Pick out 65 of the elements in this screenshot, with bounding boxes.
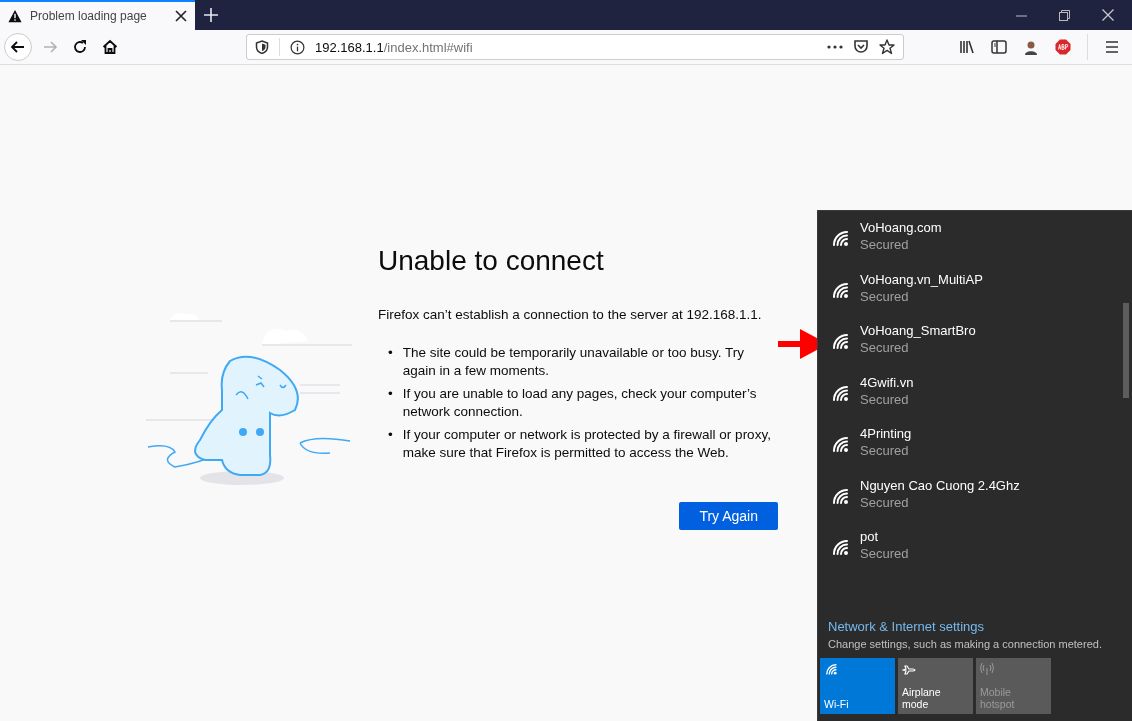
network-status: Secured bbox=[860, 494, 910, 510]
bullet-text: The site could be temporarily unavailable or too busy. Try again in a few moments. bbox=[402, 344, 745, 380]
info-icon[interactable] bbox=[290, 39, 305, 55]
wifi-signal-icon bbox=[830, 434, 850, 454]
wifi-signal-icon bbox=[830, 228, 850, 248]
bullet-text: If you are unable to load any pages, check your computer’s network connection. bbox=[402, 385, 758, 421]
address-bar[interactable]: 192.168.1.1/index.html#wifi bbox=[246, 34, 904, 60]
error-message: Firefox can’t establish a connection to the server at 192.168.1.1. bbox=[378, 307, 763, 322]
network-name: 4Gwifi.vn bbox=[860, 374, 914, 390]
network-name: pot bbox=[860, 529, 880, 544]
airplane-icon bbox=[902, 662, 918, 678]
network-status: Secured bbox=[860, 237, 910, 252]
network-status: Secured bbox=[860, 391, 910, 407]
sidebar-icon[interactable] bbox=[991, 39, 1007, 55]
wifi-signal-icon bbox=[830, 331, 850, 351]
bullet-text: If your computer or network is protected by a firewall or proxy, make sure that Firefox is permitted to access the Web. bbox=[402, 426, 772, 462]
network-item[interactable]: VoHoang.vn_MultiAP Secured bbox=[818, 268, 1120, 320]
network-item[interactable]: Nguyen Cao Cuong 2.4Ghz Secured bbox=[818, 474, 1120, 526]
restore-icon[interactable] bbox=[1059, 9, 1070, 21]
menu-icon[interactable] bbox=[1104, 39, 1120, 55]
browser-tab[interactable]: Problem loading page bbox=[0, 0, 195, 30]
settings-description: Change settings, such as making a connection metered. bbox=[828, 638, 1103, 650]
close-icon[interactable] bbox=[175, 10, 187, 22]
network-item[interactable]: VoHoang.com Secured bbox=[818, 217, 1120, 269]
antenna-icon bbox=[980, 662, 994, 676]
star-icon[interactable] bbox=[879, 39, 895, 55]
bullet-marker: • bbox=[388, 426, 393, 444]
adblock-icon[interactable] bbox=[1055, 39, 1071, 55]
tab-title: Problem loading page bbox=[30, 9, 148, 23]
bullet-marker: • bbox=[388, 385, 393, 403]
try-again-button[interactable]: Try Again bbox=[679, 502, 778, 530]
error-title: Unable to connect bbox=[378, 245, 605, 277]
network-name: VoHoang.vn_MultiAP bbox=[860, 271, 983, 287]
wifi-icon bbox=[824, 662, 838, 676]
back-button[interactable] bbox=[4, 33, 32, 61]
settings-link[interactable]: Network & Internet settings bbox=[828, 619, 1132, 634]
network-item[interactable]: 4Gwifi.vn Secured bbox=[818, 371, 1120, 423]
network-name: 4Printing bbox=[860, 426, 912, 441]
bullet-marker: • bbox=[388, 344, 393, 362]
network-status: Secured bbox=[860, 443, 910, 458]
tile-label: Wi-Fi bbox=[824, 698, 850, 710]
network-status: Secured bbox=[860, 546, 909, 561]
network-status: Secured bbox=[860, 340, 910, 355]
quick-action-tile[interactable]: Airplane mode bbox=[898, 658, 973, 714]
url-text: 192.168.1.1/index.html#wifi bbox=[315, 39, 474, 55]
pocket-icon[interactable] bbox=[853, 39, 869, 55]
avatar-icon[interactable] bbox=[1023, 39, 1039, 55]
wifi-signal-icon bbox=[830, 537, 850, 557]
network-name: VoHoang.com bbox=[860, 220, 942, 235]
library-icon[interactable] bbox=[959, 39, 975, 55]
warning-icon bbox=[8, 9, 22, 23]
network-status: Secured bbox=[860, 288, 910, 304]
back-arrow-icon bbox=[10, 39, 26, 55]
tile-label: Airplane mode bbox=[902, 686, 942, 710]
network-item[interactable]: VoHoang_SmartBro Secured bbox=[818, 320, 1120, 372]
network-item[interactable]: pot Secured bbox=[818, 526, 1120, 578]
quick-action-tile[interactable]: Wi-Fi bbox=[820, 658, 895, 714]
home-icon[interactable] bbox=[102, 39, 118, 55]
new-tab-icon[interactable] bbox=[204, 8, 218, 22]
network-name: Nguyen Cao Cuong 2.4Ghz bbox=[860, 477, 1020, 493]
shield-icon bbox=[255, 40, 269, 54]
tile-label: Mobile hotspot bbox=[980, 686, 1016, 710]
reload-icon[interactable] bbox=[72, 39, 88, 55]
network-name: VoHoang_SmartBro bbox=[860, 323, 976, 338]
network-item[interactable]: 4Printing Secured bbox=[818, 423, 1120, 475]
